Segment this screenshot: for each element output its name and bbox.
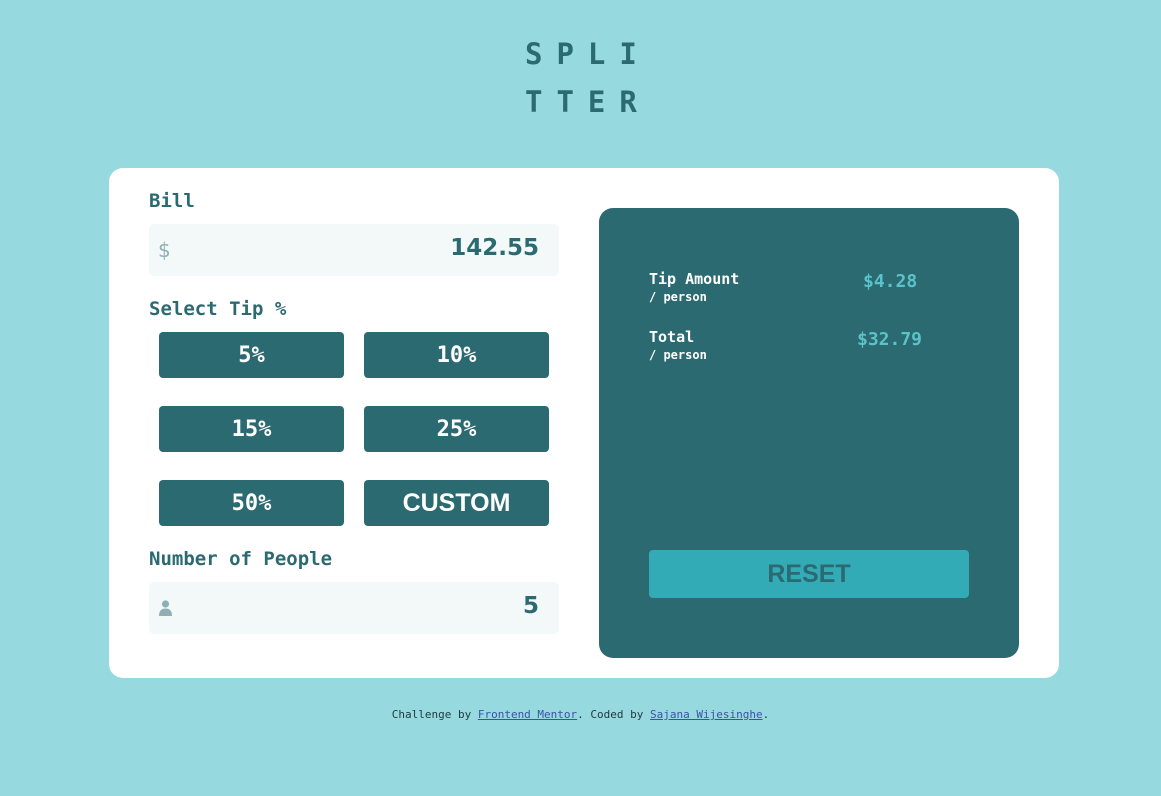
tip-10-button[interactable]: 10%	[364, 332, 549, 378]
people-label: Number of People	[149, 548, 333, 570]
logo-line-2: TTER	[525, 85, 651, 119]
tip-15-button[interactable]: 15%	[159, 406, 344, 452]
bill-input[interactable]	[239, 235, 539, 261]
tip-custom-button[interactable]: CUSTOM	[364, 480, 549, 526]
total-sub: / person	[649, 348, 707, 362]
dollar-icon: $	[158, 238, 171, 262]
people-input[interactable]	[239, 593, 539, 619]
tip-amount-value: $4.28	[863, 271, 918, 292]
author-link[interactable]: Sajana Wijesinghe	[650, 708, 763, 721]
logo-line-1: SPLI	[525, 37, 651, 71]
people-field	[149, 582, 559, 634]
total-value: $32.79	[857, 329, 923, 350]
attribution-footer: Challenge by Frontend Mentor. Coded by S…	[0, 708, 1161, 721]
tip-50-button[interactable]: 50%	[159, 480, 344, 526]
results-panel: Tip Amount / person $4.28 Total / person…	[599, 208, 1019, 658]
tip-label: Select Tip %	[149, 298, 287, 320]
tip-5-button[interactable]: 5%	[159, 332, 344, 378]
calculator-card: Bill $ Select Tip % 5% 10% 15% 25% 50% C…	[109, 168, 1059, 678]
bill-label: Bill	[149, 190, 195, 212]
tip-amount-label: Tip Amount	[649, 270, 740, 288]
total-label: Total	[649, 328, 695, 346]
app-logo: SPLI TTER	[525, 30, 645, 126]
footer-middle: . Coded by	[577, 708, 651, 721]
bill-field: $	[149, 224, 559, 276]
footer-suffix: .	[762, 708, 770, 721]
reset-button[interactable]: RESET	[649, 550, 969, 598]
tip-25-button[interactable]: 25%	[364, 406, 549, 452]
frontend-mentor-link[interactable]: Frontend Mentor	[478, 708, 577, 721]
person-icon	[159, 600, 172, 616]
footer-prefix: Challenge by	[391, 708, 478, 721]
tip-amount-sub: / person	[649, 290, 707, 304]
